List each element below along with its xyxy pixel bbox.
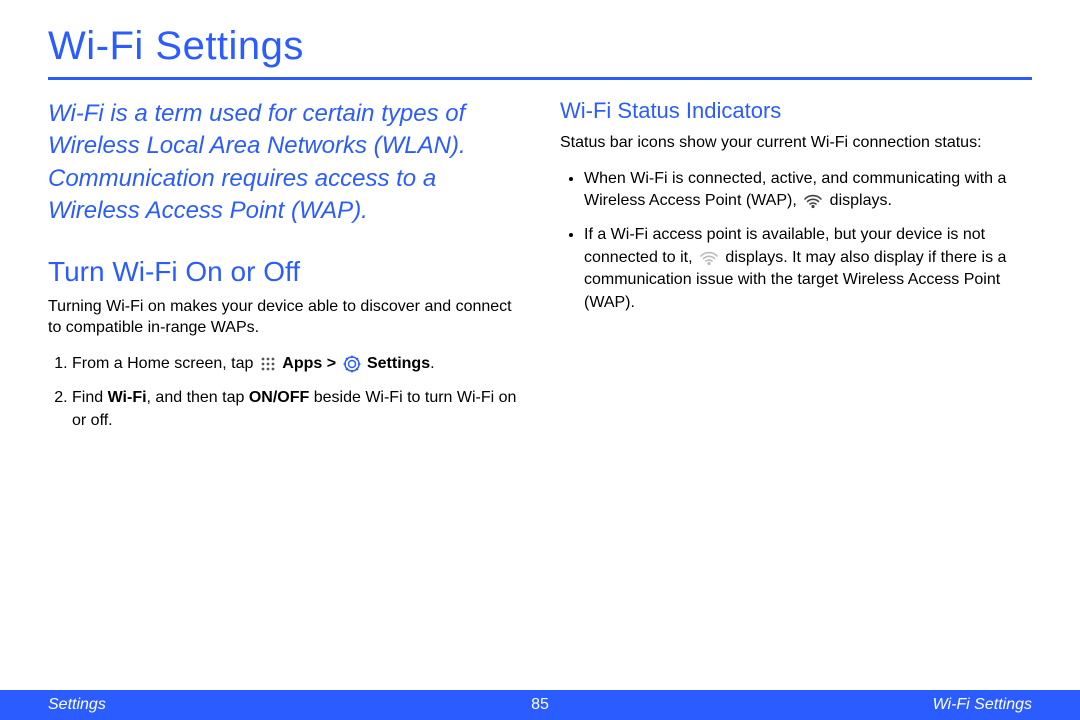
intro-text: Wi-Fi is a term used for certain types o…: [48, 98, 520, 228]
step-2-wifi: Wi-Fi: [108, 389, 147, 406]
step-2: Find Wi-Fi, and then tap ON/OFF beside W…: [72, 387, 520, 432]
footer-page-number: 85: [531, 696, 549, 714]
apps-grid-icon: [260, 356, 276, 372]
step-1-dot: .: [430, 355, 434, 372]
bullet-1-text-b: displays.: [825, 192, 892, 209]
step-1-settings: Settings: [367, 355, 430, 372]
step-2-text-a: Find: [72, 389, 108, 406]
status-bullets: When Wi-Fi is connected, active, and com…: [560, 168, 1032, 314]
settings-gear-icon: [343, 355, 361, 373]
page-footer: Settings 85 Wi-Fi Settings: [0, 690, 1080, 720]
section-heading-status: Wi-Fi Status Indicators: [560, 98, 1032, 124]
wifi-connected-icon: [803, 193, 823, 209]
page-content: Wi-Fi Settings Wi-Fi is a term used for …: [0, 0, 1080, 484]
columns: Wi-Fi is a term used for certain types o…: [48, 98, 1032, 444]
footer-left: Settings: [48, 696, 106, 714]
section-body-status: Status bar icons show your current Wi-Fi…: [560, 132, 1032, 154]
section-body-turn: Turning Wi-Fi on makes your device able …: [48, 296, 520, 339]
step-1-text-a: From a Home screen, tap: [72, 355, 258, 372]
footer-right: Wi-Fi Settings: [933, 696, 1032, 714]
step-1-apps: Apps: [282, 355, 322, 372]
right-column: Wi-Fi Status Indicators Status bar icons…: [560, 98, 1032, 444]
page-title: Wi-Fi Settings: [48, 24, 1032, 80]
step-1-gt: >: [322, 355, 340, 372]
step-2-text-b: , and then tap: [147, 389, 249, 406]
step-1: From a Home screen, tap Apps > Settings.: [72, 353, 520, 375]
step-2-onoff: ON/OFF: [249, 389, 309, 406]
bullet-1: When Wi-Fi is connected, active, and com…: [584, 168, 1032, 213]
wifi-available-icon: [699, 250, 719, 266]
bullet-1-text-a: When Wi-Fi is connected, active, and com…: [584, 170, 1006, 209]
bullet-2: If a Wi-Fi access point is available, bu…: [584, 224, 1032, 314]
left-column: Wi-Fi is a term used for certain types o…: [48, 98, 520, 444]
steps-list: From a Home screen, tap Apps > Settings.…: [48, 353, 520, 432]
section-heading-turn: Turn Wi-Fi On or Off: [48, 256, 520, 288]
